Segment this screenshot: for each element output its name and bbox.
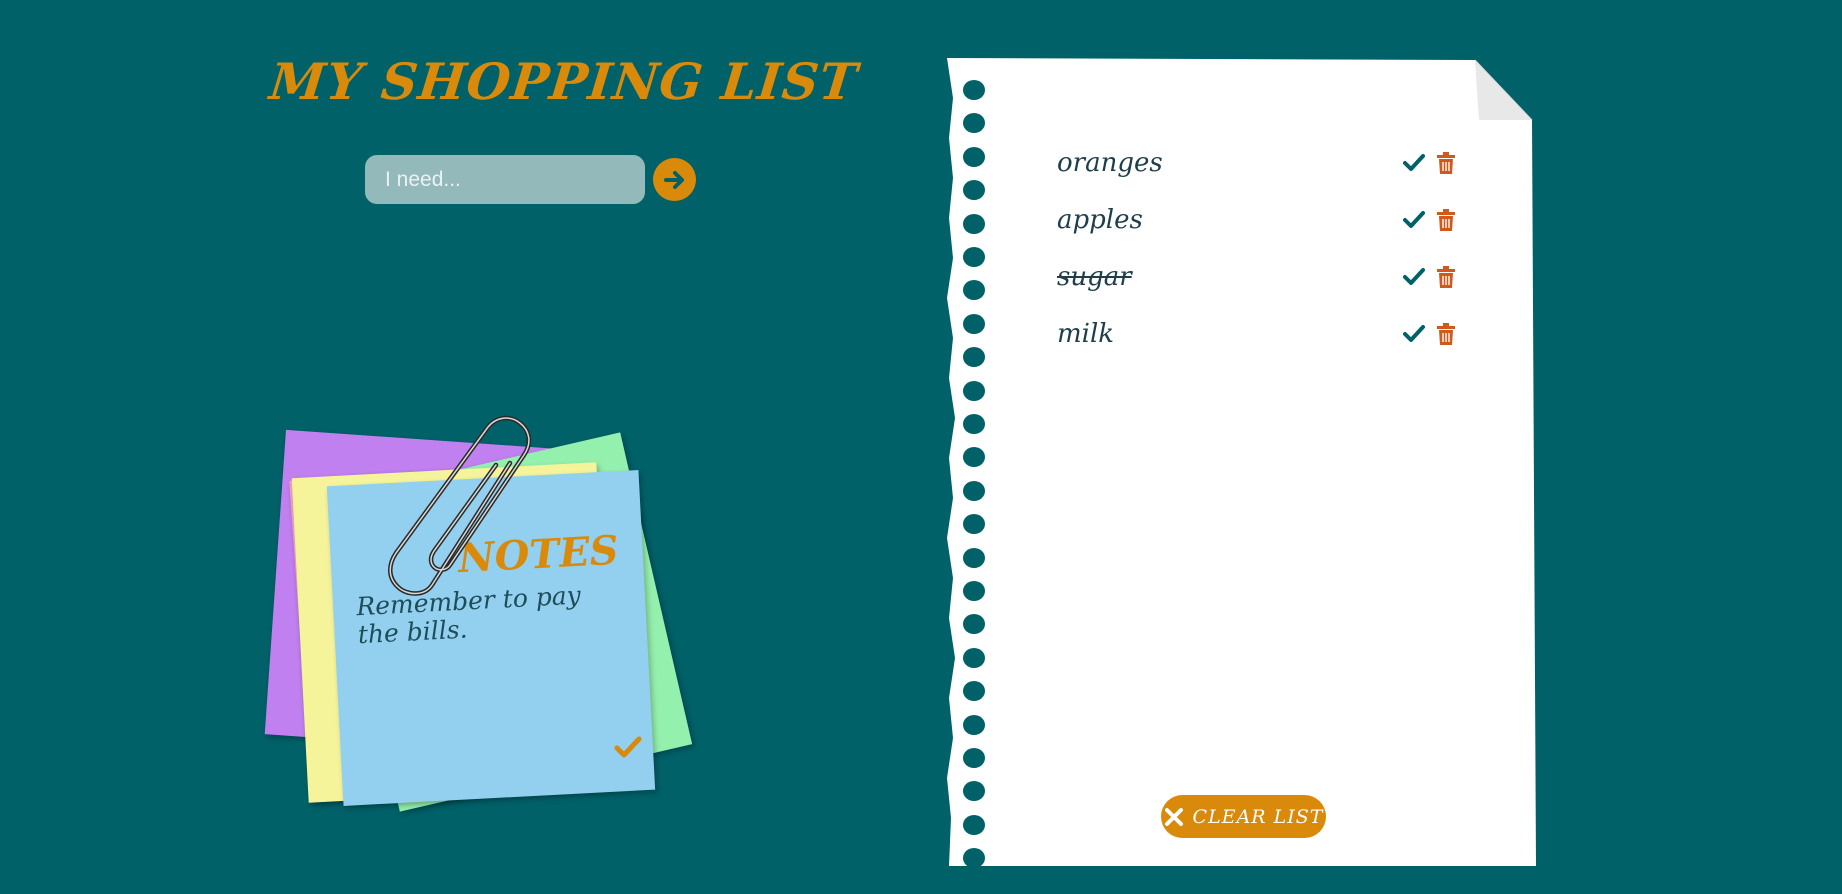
mark-done-button[interactable]: [1403, 210, 1425, 230]
punch-hole: [963, 213, 985, 234]
delete-item-button[interactable]: [1437, 266, 1455, 288]
trash-icon: [1437, 266, 1455, 288]
list-item: oranges: [1057, 143, 1477, 183]
paperclip-icon: [388, 415, 532, 596]
item-label: sugar: [1057, 262, 1132, 292]
list-item: milk: [1057, 314, 1477, 354]
list-item: apples: [1057, 200, 1477, 240]
punch-hole: [963, 414, 985, 434]
punch-hole: [963, 180, 985, 201]
punch-hole: [963, 514, 985, 535]
punch-hole: [963, 547, 985, 568]
item-input[interactable]: [365, 155, 645, 204]
mark-done-button[interactable]: [1403, 153, 1425, 173]
item-label: apples: [1057, 205, 1143, 235]
punch-hole: [963, 714, 985, 735]
add-item-button[interactable]: [653, 158, 696, 201]
mark-done-button[interactable]: [1403, 324, 1425, 344]
punch-hole: [963, 681, 985, 702]
notes-save-button[interactable]: [614, 736, 642, 762]
punch-hole: [963, 247, 985, 267]
punch-hole: [963, 280, 985, 301]
checkmark-icon: [614, 736, 642, 758]
clear-list-label: CLEAR LIST: [1192, 805, 1324, 828]
checkmark-icon: [1403, 154, 1425, 171]
mark-done-button[interactable]: [1403, 267, 1425, 287]
trash-icon: [1437, 209, 1455, 231]
punch-hole: [963, 113, 985, 134]
checkmark-icon: [1403, 211, 1425, 228]
list-item: sugar: [1057, 257, 1477, 297]
checkmark-icon: [1403, 325, 1425, 342]
punch-hole: [963, 146, 985, 167]
punch-hole: [963, 380, 985, 401]
arrow-right-circle-icon: [663, 170, 684, 189]
delete-item-button[interactable]: [1437, 152, 1455, 174]
punch-hole: [963, 614, 985, 635]
punch-hole: [963, 347, 985, 368]
close-icon: [1164, 807, 1183, 826]
item-label: milk: [1057, 319, 1115, 349]
checkmark-icon: [1403, 268, 1425, 285]
item-label: oranges: [1057, 148, 1163, 178]
punch-hole: [963, 781, 985, 802]
page-title: MY SHOPPING LIST: [266, 52, 861, 111]
delete-item-button[interactable]: [1437, 209, 1455, 231]
punch-hole: [963, 814, 985, 835]
punch-hole: [963, 647, 985, 668]
punch-hole: [963, 848, 985, 869]
item-input-wrapper: [365, 155, 645, 204]
punch-hole: [963, 80, 985, 100]
delete-item-button[interactable]: [1437, 323, 1455, 345]
trash-icon: [1437, 152, 1455, 174]
clear-list-button[interactable]: CLEAR LIST: [1161, 795, 1326, 838]
trash-icon: [1437, 323, 1455, 345]
punch-hole: [963, 313, 985, 334]
punch-hole: [963, 447, 985, 468]
punch-hole: [963, 748, 985, 768]
paper-punch-holes: [963, 80, 993, 870]
punch-hole: [963, 581, 985, 601]
punch-hole: [963, 480, 985, 501]
